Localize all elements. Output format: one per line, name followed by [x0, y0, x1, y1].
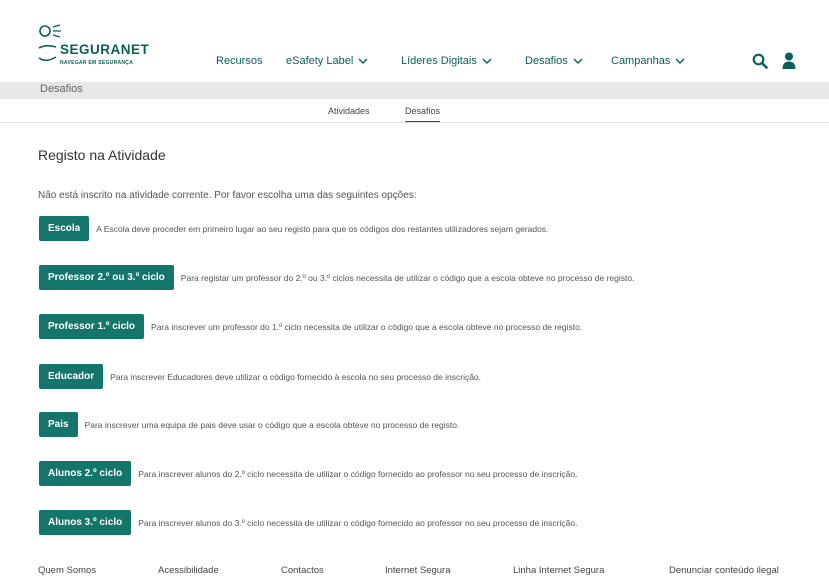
option-description: Para registar um professor do 2.º ou 3.º…	[180, 272, 635, 283]
footer-link-internet-segura[interactable]: Internet Segura	[385, 565, 451, 576]
chevron-down-icon	[675, 58, 685, 64]
footer: Quem Somos Acessibilidade Contactos Inte…	[0, 558, 829, 583]
option-row: Professor 1.º ciclo Para inscrever um pr…	[39, 314, 582, 339]
logo-title: SEGURANET	[60, 42, 150, 57]
logo-wave-icon	[38, 44, 57, 62]
professor-1-ciclo-button[interactable]: Professor 1.º ciclo	[39, 314, 145, 339]
alunos-3-ciclo-button[interactable]: Alunos 3.º ciclo	[39, 510, 132, 535]
user-icon[interactable]	[782, 52, 796, 69]
nav-recursos[interactable]: Recursos	[216, 55, 262, 67]
tab-atividades[interactable]: Atividades	[328, 106, 370, 116]
option-description: Para inscrever alunos do 3.º ciclo neces…	[138, 517, 578, 528]
nav-label: eSafety Label	[286, 55, 354, 67]
option-description: Para inscrever Educadores deve utilizar …	[110, 371, 482, 382]
nav-label: Desafios	[525, 55, 568, 67]
option-description: Para inscrever um professor do 1.º ciclo…	[151, 321, 583, 332]
alunos-2-ciclo-button[interactable]: Alunos 2.º ciclo	[39, 461, 132, 486]
nav-esafety-label[interactable]: eSafety Label	[286, 55, 368, 67]
pais-button[interactable]: Pais	[39, 412, 78, 437]
chevron-down-icon	[482, 58, 492, 64]
breadcrumb: Desafios	[0, 82, 829, 99]
subtabs: Atividades Desafios	[0, 99, 829, 123]
logo-mark-icon	[39, 24, 61, 38]
nav-desafios[interactable]: Desafios	[525, 55, 583, 67]
nav-label: Campanhas	[611, 55, 671, 67]
nav-label: Recursos	[216, 55, 263, 67]
nav-lideres-digitais[interactable]: Líderes Digitais	[401, 55, 492, 67]
escola-button[interactable]: Escola	[39, 216, 90, 241]
option-row: Alunos 2.º ciclo Para inscrever alunos d…	[39, 461, 577, 486]
intro-text: Não está inscrito na atividade corrente.…	[38, 190, 417, 201]
logo-subtitle: NAVEGAR EM SEGURANÇA	[60, 60, 134, 66]
search-icon[interactable]	[752, 53, 768, 69]
tab-desafios[interactable]: Desafios	[405, 106, 441, 122]
option-description: Para inscrever uma equipa de pais deve u…	[84, 419, 460, 430]
breadcrumb-current: Desafios	[40, 83, 83, 95]
professor-2-3-ciclo-button[interactable]: Professor 2.º ou 3.º ciclo	[39, 265, 174, 290]
footer-link-denunciar[interactable]: Denunciar conteúdo ilegal	[669, 565, 779, 576]
option-row: Pais Para inscrever uma equipa de pais d…	[39, 412, 459, 437]
footer-link-linha-internet-segura[interactable]: Linha Internet Segura	[513, 565, 604, 576]
option-row: Alunos 3.º ciclo Para inscrever alunos d…	[39, 510, 577, 535]
footer-link-contactos[interactable]: Contactos	[281, 565, 324, 576]
chevron-down-icon	[358, 58, 368, 64]
seguranet-logo[interactable]: SEGURANET NAVEGAR EM SEGURANÇA	[38, 24, 168, 70]
top-header: SEGURANET NAVEGAR EM SEGURANÇA Recursos …	[0, 0, 829, 80]
option-row: Educador Para inscrever Educadores deve …	[39, 364, 481, 389]
option-description: Para inscrever alunos do 2.º ciclo neces…	[138, 468, 578, 479]
option-description: A Escola deve proceder em primeiro lugar…	[96, 223, 549, 234]
nav-label: Líderes Digitais	[401, 55, 477, 67]
chevron-down-icon	[573, 58, 583, 64]
footer-link-quem-somos[interactable]: Quem Somos	[38, 565, 96, 576]
educador-button[interactable]: Educador	[39, 364, 104, 389]
nav-campanhas[interactable]: Campanhas	[611, 55, 685, 67]
footer-link-acessibilidade[interactable]: Acessibilidade	[158, 565, 219, 576]
page-title: Registo na Atividade	[38, 147, 166, 163]
option-row: Escola A Escola deve proceder em primeir…	[39, 216, 548, 241]
option-row: Professor 2.º ou 3.º ciclo Para registar…	[39, 265, 634, 290]
